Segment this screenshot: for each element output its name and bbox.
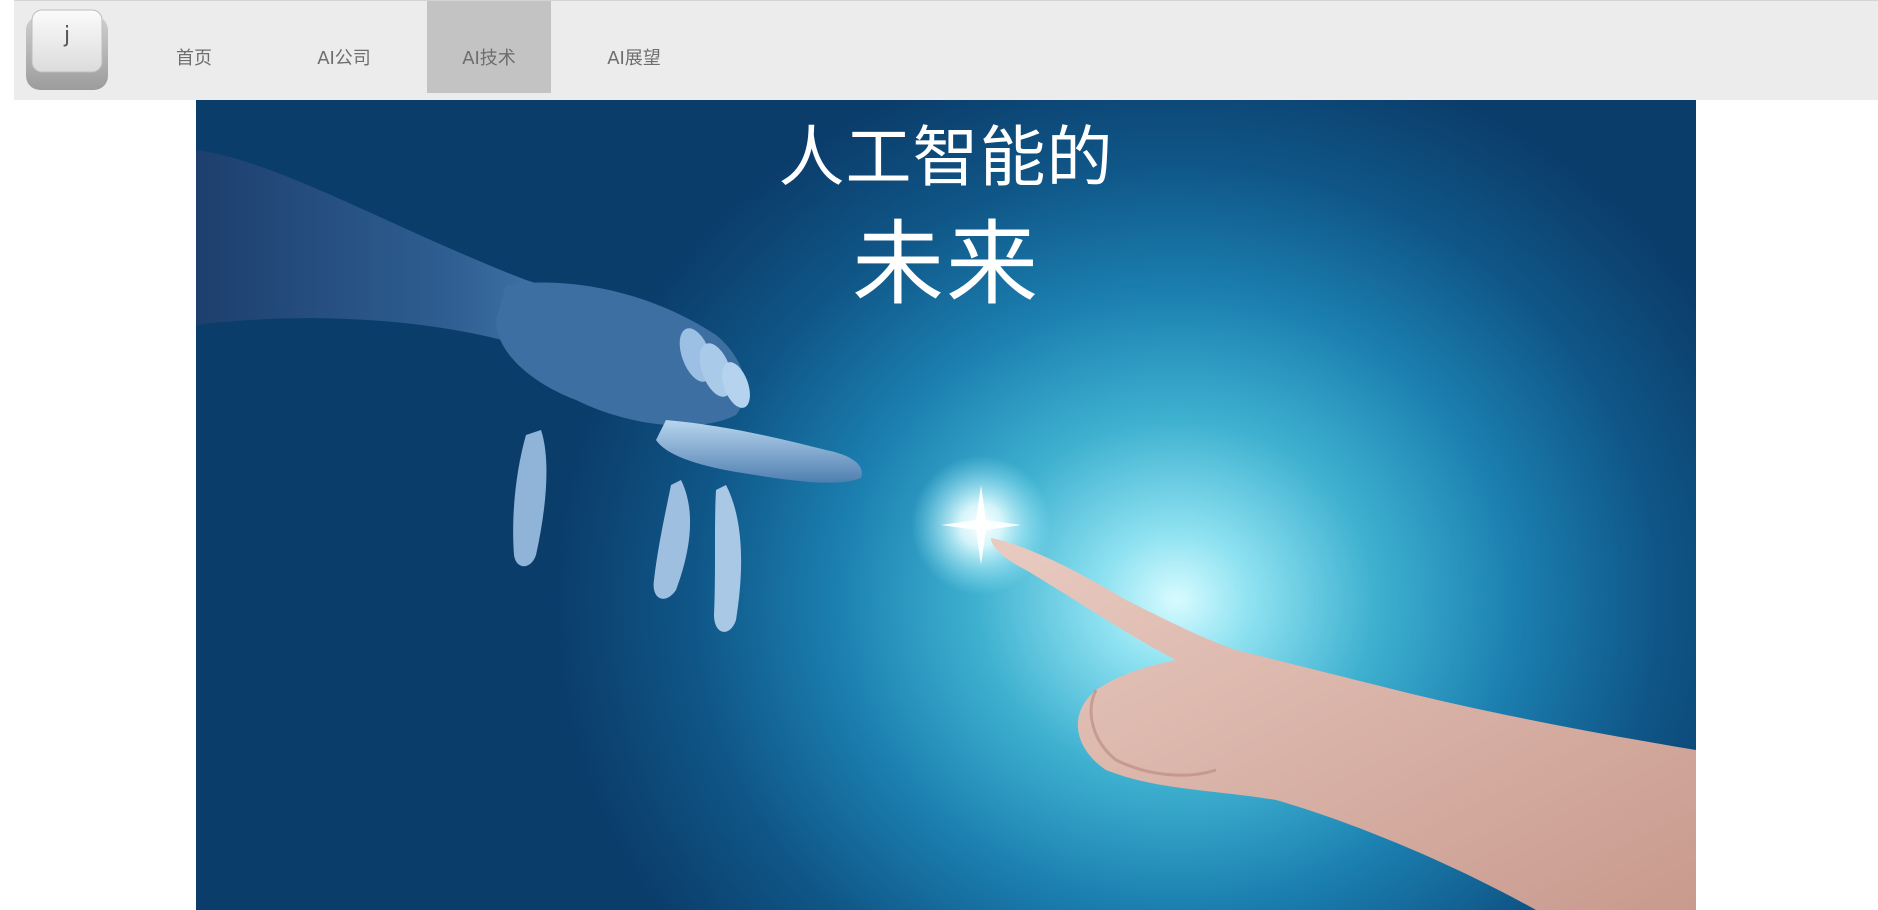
nav-item-ai-technology[interactable]: AI技术 [427, 1, 551, 93]
hero-title-line2: 未来 [851, 211, 1040, 318]
hero-title-line1: 人工智能的 [778, 119, 1114, 196]
nav-item-home[interactable]: 首页 [144, 1, 244, 93]
top-navbar: j 首页 AI公司 AI技术 AI展望 [14, 0, 1878, 100]
nav-item-ai-outlook[interactable]: AI展望 [574, 1, 694, 93]
hero-banner: 人工智能的 未来 [196, 100, 1696, 910]
logo-keyboard-key-icon[interactable]: j [24, 8, 110, 91]
nav-item-ai-companies[interactable]: AI公司 [284, 1, 404, 93]
logo-letter: j [63, 23, 70, 48]
